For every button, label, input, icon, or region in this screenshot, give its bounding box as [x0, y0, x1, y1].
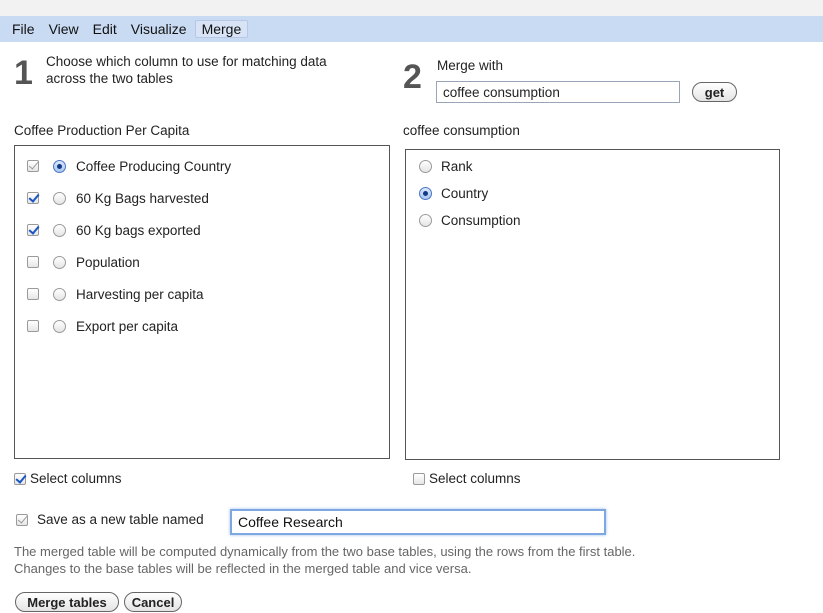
- description-line-2: Changes to the base tables will be refle…: [14, 561, 472, 576]
- right-column-row: Consumption: [406, 209, 521, 231]
- right-select-columns-label: Select columns: [429, 471, 521, 486]
- left-select-columns-label: Select columns: [30, 471, 122, 486]
- step-1-line-1: Choose which column to use for matching …: [46, 54, 327, 69]
- right-column-row: Country: [406, 182, 488, 204]
- right-column-label: Rank: [441, 158, 473, 174]
- right-column-label: Consumption: [441, 212, 521, 228]
- left-column-row: 60 Kg Bags harvested: [15, 187, 209, 209]
- menu-visualize[interactable]: Visualize: [125, 21, 193, 37]
- right-column-label: Country: [441, 185, 489, 201]
- left-column-label: 60 Kg Bags harvested: [76, 190, 209, 206]
- step-1-line-2: across the two tables: [46, 71, 173, 86]
- left-column-label: 60 Kg bags exported: [76, 222, 201, 238]
- left-column-radio[interactable]: [53, 319, 66, 333]
- menu-bar: File View Edit Visualize Merge: [0, 16, 823, 42]
- left-column-radio[interactable]: [53, 223, 66, 237]
- merge-tables-button[interactable]: Merge tables: [15, 592, 119, 612]
- step-2-number: 2: [403, 58, 422, 96]
- window-top-strip: [0, 0, 823, 16]
- save-as-new-table-label: Save as a new table named: [37, 512, 204, 527]
- step-1-number: 1: [14, 54, 33, 92]
- right-select-columns-checkbox[interactable]: [413, 472, 425, 485]
- left-column-checkbox[interactable]: [27, 256, 39, 268]
- right-table-title: coffee consumption: [403, 123, 520, 138]
- left-column-row: Harvesting per capita: [15, 283, 204, 305]
- right-columns-panel: Rank Country Consumption: [405, 149, 780, 460]
- left-column-label: Coffee Producing Country: [76, 158, 232, 174]
- new-table-name-input[interactable]: [230, 509, 606, 535]
- left-table-title: Coffee Production Per Capita: [14, 123, 190, 138]
- menu-file[interactable]: File: [6, 21, 41, 37]
- right-column-radio[interactable]: [419, 213, 432, 227]
- save-as-new-table[interactable]: Save as a new table named: [16, 512, 204, 527]
- left-column-radio[interactable]: [53, 159, 66, 173]
- save-as-new-table-checkbox[interactable]: [16, 513, 28, 526]
- right-column-radio[interactable]: [419, 159, 432, 173]
- description-line-1: The merged table will be computed dynami…: [14, 544, 636, 559]
- left-column-checkbox[interactable]: [27, 224, 39, 236]
- merge-with-label: Merge with: [437, 58, 504, 73]
- left-select-columns[interactable]: Select columns: [14, 471, 122, 486]
- left-column-checkbox[interactable]: [27, 320, 39, 332]
- left-column-label: Population: [76, 254, 140, 270]
- get-button[interactable]: get: [692, 82, 737, 102]
- right-select-columns[interactable]: Select columns: [413, 471, 521, 486]
- left-column-radio[interactable]: [53, 191, 66, 205]
- left-columns-panel: Coffee Producing Country 60 Kg Bags harve…: [14, 145, 390, 459]
- left-column-row: Export per capita: [15, 315, 178, 337]
- merge-description: The merged table will be computed dynami…: [14, 543, 794, 577]
- menu-edit[interactable]: Edit: [87, 21, 123, 37]
- left-column-row: Coffee Producing Country: [15, 155, 231, 177]
- right-column-row: Rank: [406, 155, 473, 177]
- left-column-row: 60 Kg bags exported: [15, 219, 201, 241]
- step-1-instructions: Choose which column to use for matching …: [46, 53, 327, 87]
- left-column-checkbox[interactable]: [27, 160, 39, 172]
- merge-with-input[interactable]: [436, 81, 680, 103]
- menu-view[interactable]: View: [43, 21, 85, 37]
- left-column-radio[interactable]: [53, 255, 66, 269]
- left-column-label: Harvesting per capita: [76, 286, 204, 302]
- left-column-checkbox[interactable]: [27, 288, 39, 300]
- left-column-checkbox[interactable]: [27, 192, 39, 204]
- cancel-button[interactable]: Cancel: [124, 592, 182, 612]
- left-column-label: Export per capita: [76, 318, 179, 334]
- left-column-radio[interactable]: [53, 287, 66, 301]
- left-select-columns-checkbox[interactable]: [14, 472, 26, 485]
- left-column-row: Population: [15, 251, 140, 273]
- menu-merge[interactable]: Merge: [194, 20, 249, 38]
- right-column-radio[interactable]: [419, 186, 432, 200]
